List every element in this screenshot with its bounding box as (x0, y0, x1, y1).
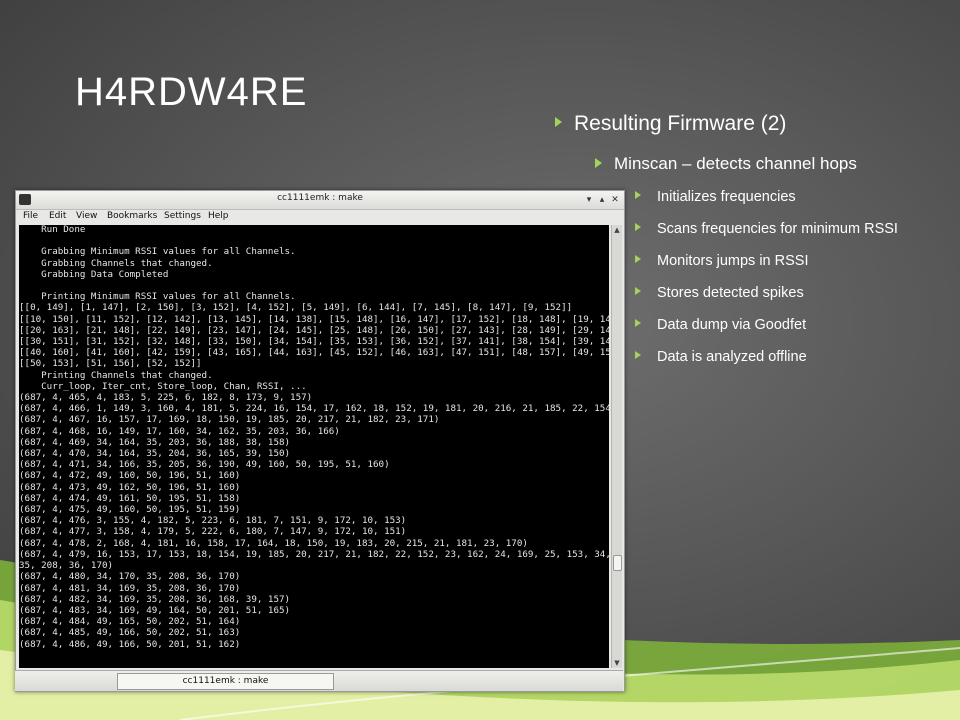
bullet-text: Initializes frequencies (657, 189, 796, 205)
bullet-arrow-icon (635, 319, 641, 328)
bullet-text: Resulting Firmware (2) (574, 112, 787, 135)
close-icon[interactable]: ✕ (609, 194, 621, 206)
slide-title: H4RDW4RE (75, 70, 308, 114)
menu-file[interactable]: File (23, 211, 38, 221)
bullet-arrow-icon (635, 255, 641, 264)
window-title: cc1111emk : make (277, 193, 363, 203)
menubar: File Edit View Bookmarks Settings Help (16, 210, 624, 224)
terminal-output-text: Run Done Grabbing Minimum RSSI values fo… (19, 225, 609, 650)
bullet-text: Data is analyzed offline (657, 349, 807, 365)
bullet-arrow-icon (635, 191, 641, 200)
scroll-down-arrow-icon[interactable]: ▼ (612, 658, 622, 668)
bullet-level-1: Resulting Firmware (2) (555, 112, 786, 136)
taskbar: cc1111emk : make (15, 670, 623, 691)
maximize-icon[interactable]: ▴ (596, 194, 608, 206)
bullet-text: Minscan – detects channel hops (614, 154, 857, 173)
bullet-arrow-icon (555, 117, 562, 128)
bullet-level-3: Monitors jumps in RSSI (635, 253, 809, 269)
menu-bookmarks[interactable]: Bookmarks (107, 211, 157, 221)
taskbar-window-button[interactable]: cc1111emk : make (117, 673, 334, 690)
window-titlebar[interactable]: cc1111emk : make ▾ ▴ ✕ (16, 191, 624, 210)
minimize-icon[interactable]: ▾ (583, 194, 595, 206)
scroll-thumb[interactable] (613, 555, 622, 571)
bullet-text: Scans frequencies for minimum RSSI (657, 221, 898, 237)
terminal-scrollbar[interactable]: ▲ ▼ (611, 225, 622, 668)
bullet-text: Data dump via Goodfet (657, 317, 807, 333)
menu-help[interactable]: Help (208, 211, 229, 221)
bullet-level-3: Data dump via Goodfet (635, 317, 806, 333)
bullet-arrow-icon (595, 157, 602, 168)
bullet-text: Monitors jumps in RSSI (657, 253, 809, 269)
bullet-level-3: Initializes frequencies (635, 189, 796, 205)
bullet-arrow-icon (635, 287, 641, 296)
bullet-arrow-icon (635, 223, 641, 232)
terminal-window: cc1111emk : make ▾ ▴ ✕ File Edit View Bo… (15, 190, 625, 692)
menu-view[interactable]: View (76, 211, 97, 221)
bullet-level-3: Scans frequencies for minimum RSSI (635, 221, 898, 237)
menu-edit[interactable]: Edit (49, 211, 66, 221)
bullet-arrow-icon (635, 351, 641, 360)
terminal-output-area[interactable]: Run Done Grabbing Minimum RSSI values fo… (19, 225, 609, 668)
menu-settings[interactable]: Settings (164, 211, 201, 221)
bullet-level-2: Minscan – detects channel hops (595, 154, 857, 174)
bullet-level-3: Data is analyzed offline (635, 349, 807, 365)
scroll-up-arrow-icon[interactable]: ▲ (612, 225, 622, 235)
bullet-level-3: Stores detected spikes (635, 285, 804, 301)
bullet-text: Stores detected spikes (657, 285, 804, 301)
